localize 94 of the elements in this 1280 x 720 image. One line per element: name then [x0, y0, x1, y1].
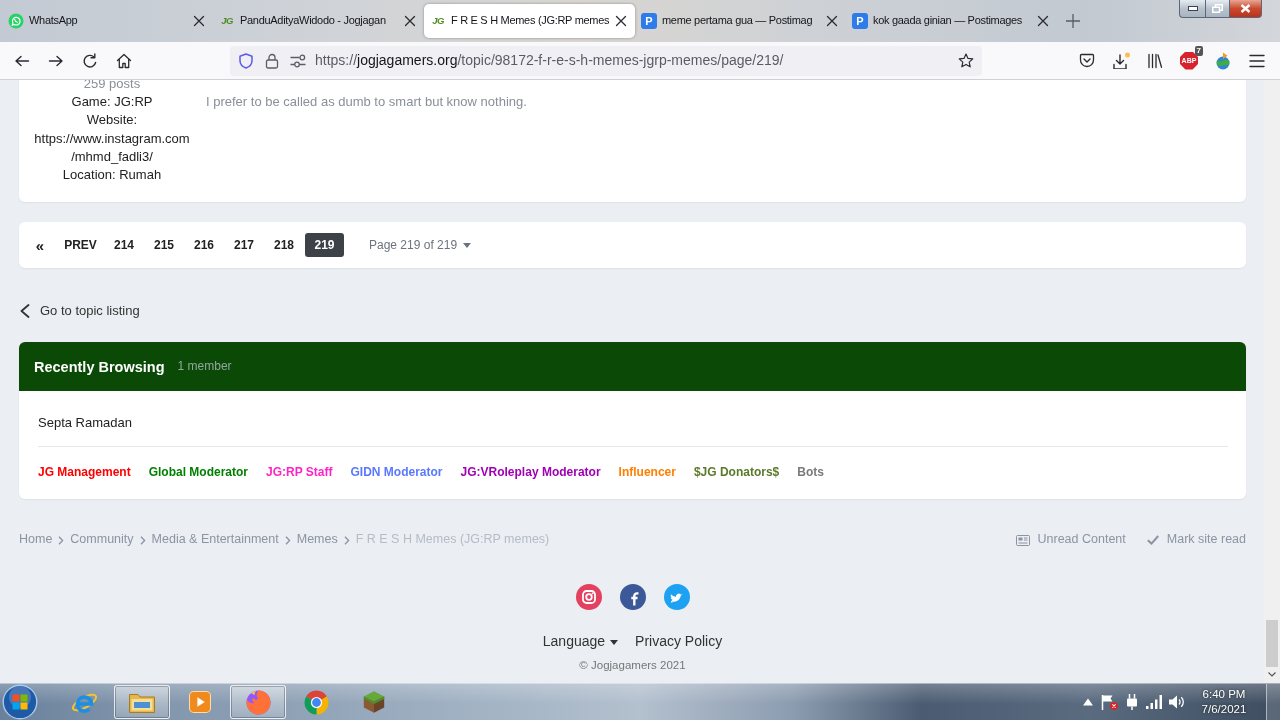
- browser-tab[interactable]: WhatsApp: [2, 4, 213, 38]
- check-icon: [1146, 535, 1159, 546]
- close-icon: [1240, 4, 1251, 13]
- author-detail: Location: Rumah: [61, 166, 163, 184]
- twitter-icon[interactable]: [663, 584, 690, 611]
- browser-tab[interactable]: P meme pertama gua — Postimag: [635, 4, 846, 38]
- restore-icon: [1212, 4, 1223, 13]
- close-icon[interactable]: [193, 15, 205, 27]
- books-icon[interactable]: [1147, 52, 1163, 69]
- author-detail: Website:: [85, 111, 139, 130]
- lock-icon[interactable]: [264, 52, 280, 69]
- member-group-label: JG:VRoleplay Moderator: [460, 464, 601, 482]
- browser-tab[interactable]: JG PanduAdityaWidodo - Jogjagan: [213, 4, 424, 38]
- member-group-label: GIDN Moderator: [350, 464, 443, 482]
- minimize-button[interactable]: [1179, 0, 1205, 18]
- member-group-label: Bots: [797, 464, 824, 482]
- chevron-right-icon: [343, 535, 350, 545]
- flag-icon[interactable]: [1100, 694, 1118, 710]
- facebook-icon[interactable]: [619, 584, 646, 611]
- instagram-icon[interactable]: [575, 584, 602, 611]
- member-group-label: $JG Donators$: [693, 464, 780, 482]
- member-group-label: Global Moderator: [148, 464, 249, 482]
- minimize-icon: [1187, 6, 1198, 11]
- close-window-button[interactable]: [1230, 0, 1262, 18]
- member-name-link[interactable]: Septa Ramadan: [38, 413, 132, 434]
- download-icon[interactable]: [1112, 52, 1130, 69]
- member-group-label: JG:RP Staff: [266, 464, 333, 482]
- menu-icon[interactable]: [1249, 52, 1265, 69]
- chrome-icon[interactable]: [303, 689, 329, 715]
- shield-icon[interactable]: [238, 52, 254, 69]
- clock-date[interactable]: 7/6/2021: [1201, 702, 1247, 717]
- site-logo: JG: [220, 14, 234, 28]
- count-badge: 7: [1194, 45, 1203, 56]
- close-icon[interactable]: [1037, 15, 1049, 27]
- chat-bubble-icon: [8, 13, 24, 29]
- site-logo: JG: [431, 14, 445, 28]
- section-title: Recently Browsing: [34, 357, 165, 377]
- page-number-link[interactable]: 218: [264, 233, 304, 258]
- firefox-icon: [245, 689, 271, 715]
- restore-button[interactable]: [1205, 0, 1230, 18]
- taskbar-button[interactable]: [114, 685, 170, 719]
- signature-text: I prefer to be called as dumb to smart but know nothing.: [206, 93, 527, 112]
- home-icon[interactable]: [116, 52, 132, 69]
- grass-block-icon[interactable]: [363, 691, 385, 713]
- clock-time[interactable]: 6:40 PM: [1202, 687, 1246, 702]
- scrollbar-thumb[interactable]: [1266, 620, 1278, 667]
- chevron-right-icon: [139, 535, 146, 545]
- page-number-link[interactable]: 215: [144, 233, 184, 258]
- author-detail: Game: JG:RP: [70, 93, 154, 112]
- author-detail: https://www.instagram.com: [33, 129, 191, 148]
- globe-icon[interactable]: [1214, 51, 1232, 70]
- site-logo: P: [641, 13, 657, 29]
- copyright-text: © Jogjagamers 2021: [579, 658, 686, 674]
- chevron-right-icon: [284, 535, 291, 545]
- caret-down-icon: [610, 639, 619, 645]
- chevron-right-icon: [58, 535, 65, 545]
- browser-tab[interactable]: JG F R E S H Memes (JG:RP memes: [424, 4, 635, 38]
- browser-tab[interactable]: P kok gaada ginian — Postimages: [846, 4, 1057, 38]
- first-page-link[interactable]: «: [23, 233, 57, 258]
- member-group-label: Influencer: [618, 464, 676, 482]
- member-count: 1 member: [177, 358, 232, 376]
- start-orb-icon[interactable]: [2, 684, 38, 720]
- plus-icon[interactable]: [1065, 13, 1081, 29]
- close-icon[interactable]: [826, 15, 838, 27]
- page-number-link[interactable]: 216: [184, 233, 224, 258]
- chevron-left-icon: [20, 304, 30, 319]
- member-group-label: JG Management: [38, 464, 131, 482]
- address-bar[interactable]: https://jogjagamers.org/topic/98172-f-r-e-s-h-memes-jgrp-memes/page/219/: [230, 45, 982, 76]
- topic-listing-link[interactable]: Go to topic listing: [20, 301, 140, 322]
- sliders-icon[interactable]: [290, 52, 306, 69]
- star-icon[interactable]: [958, 52, 974, 69]
- previous-page-link[interactable]: PREV: [57, 233, 104, 258]
- close-icon[interactable]: [615, 15, 627, 27]
- page-jump-button[interactable]: Page 219 of 219: [369, 236, 472, 254]
- signal-icon[interactable]: [1146, 695, 1162, 709]
- show-desktop-button[interactable]: [1266, 684, 1280, 720]
- site-logo: P: [852, 13, 868, 29]
- url-text: https://jogjagamers.org/topic/98172-f-r-e-s-h-memes-jgrp-memes/page/219/: [315, 50, 785, 70]
- newspaper-icon: [1015, 534, 1030, 546]
- pocket-icon[interactable]: [1079, 52, 1095, 69]
- page-number-link[interactable]: 214: [104, 233, 144, 258]
- taskbar-button[interactable]: [230, 685, 286, 719]
- close-icon[interactable]: [404, 15, 416, 27]
- page-number-link[interactable]: 217: [224, 233, 264, 258]
- caret-down-icon: [463, 242, 472, 248]
- caret-up-icon[interactable]: [1083, 698, 1093, 706]
- reload-icon[interactable]: [82, 52, 98, 69]
- volume-icon[interactable]: [1169, 695, 1185, 709]
- plug-icon[interactable]: [1125, 694, 1139, 710]
- chevron-down-icon[interactable]: [1268, 672, 1276, 677]
- footer-link[interactable]: Privacy Policy: [635, 632, 723, 652]
- language-menu-button[interactable]: Language: [542, 632, 619, 652]
- author-detail: /mhmd_fadli3/: [70, 147, 154, 166]
- page-number-link[interactable]: 219: [305, 233, 344, 258]
